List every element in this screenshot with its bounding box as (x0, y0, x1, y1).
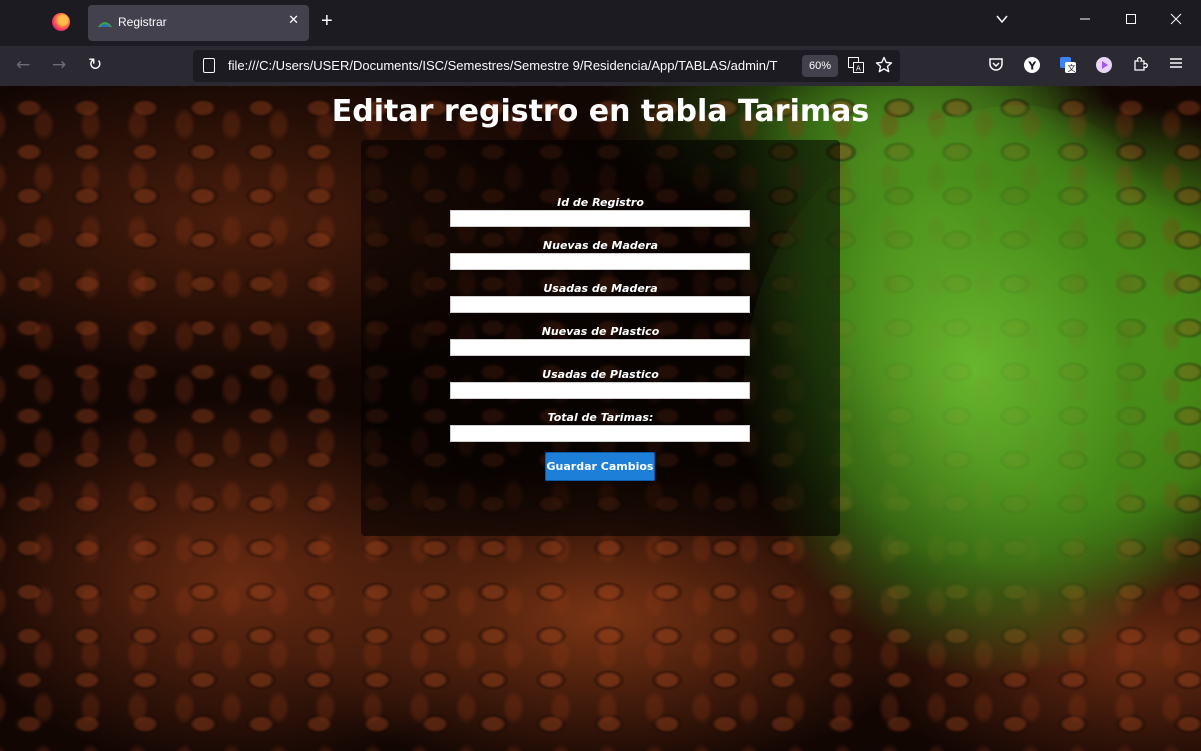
address-bar[interactable]: file:///C:/Users/USER/Documents/ISC/Seme… (193, 50, 900, 82)
usadas-plastico-label: Usadas de Plastico (542, 368, 659, 381)
usadas-madera-label: Usadas de Madera (543, 282, 658, 295)
page-icon (203, 58, 215, 73)
edit-record-form: Id de Registro Nuevas de Madera Usadas d… (361, 140, 840, 536)
new-tab-button[interactable]: + (321, 11, 333, 31)
page-title: Editar registro en tabla Tarimas (331, 94, 870, 129)
svg-text:Y: Y (1027, 60, 1037, 73)
guardar-cambios-button[interactable]: Guardar Cambios (545, 452, 655, 481)
media-extension-icon[interactable] (1095, 56, 1113, 74)
svg-text:文: 文 (1068, 63, 1076, 73)
url-text[interactable]: file:///C:/Users/USER/Documents/ISC/Seme… (228, 58, 788, 73)
tab-registrar[interactable]: Registrar ✕ (88, 5, 309, 41)
tab-bar: Registrar ✕ + (0, 0, 1201, 46)
bookmark-star-icon[interactable] (875, 56, 893, 78)
translate-extension-icon[interactable]: 文 (1059, 56, 1077, 74)
back-button[interactable]: ← (16, 55, 30, 75)
close-tab-icon[interactable]: ✕ (288, 13, 299, 28)
zoom-level-badge[interactable]: 60% (802, 55, 838, 77)
reload-button[interactable]: ↻ (88, 55, 102, 75)
minimize-button[interactable] (1079, 12, 1091, 29)
menu-hamburger-icon[interactable] (1167, 56, 1185, 74)
id-registro-label: Id de Registro (557, 196, 644, 209)
total-tarimas-input[interactable] (450, 425, 750, 442)
extensions-puzzle-icon[interactable] (1131, 56, 1149, 74)
page-viewport: Editar registro en tabla Tarimas Id de R… (0, 86, 1201, 751)
tab-title: Registrar (118, 15, 167, 29)
usadas-madera-input[interactable] (450, 296, 750, 313)
site-favicon-icon (98, 22, 112, 27)
total-tarimas-label: Total de Tarimas: (547, 411, 654, 424)
navigation-toolbar: ← → ↻ file:///C:/Users/USER/Documents/IS… (0, 46, 1201, 86)
maximize-button[interactable] (1125, 12, 1137, 29)
pocket-icon[interactable] (987, 56, 1005, 74)
extension-y-icon[interactable]: Y (1023, 56, 1041, 74)
nuevas-madera-label: Nuevas de Madera (542, 239, 659, 252)
translate-icon[interactable]: A (847, 56, 865, 78)
forward-button[interactable]: → (52, 55, 66, 75)
nuevas-plastico-label: Nuevas de Plastico (541, 325, 660, 338)
id-registro-input[interactable] (450, 210, 750, 227)
chevron-down-icon[interactable] (995, 12, 1009, 29)
nuevas-madera-input[interactable] (450, 253, 750, 270)
nuevas-plastico-input[interactable] (450, 339, 750, 356)
svg-text:A: A (856, 65, 861, 73)
firefox-icon[interactable] (52, 13, 70, 31)
close-window-button[interactable] (1170, 12, 1182, 29)
usadas-plastico-input[interactable] (450, 382, 750, 399)
